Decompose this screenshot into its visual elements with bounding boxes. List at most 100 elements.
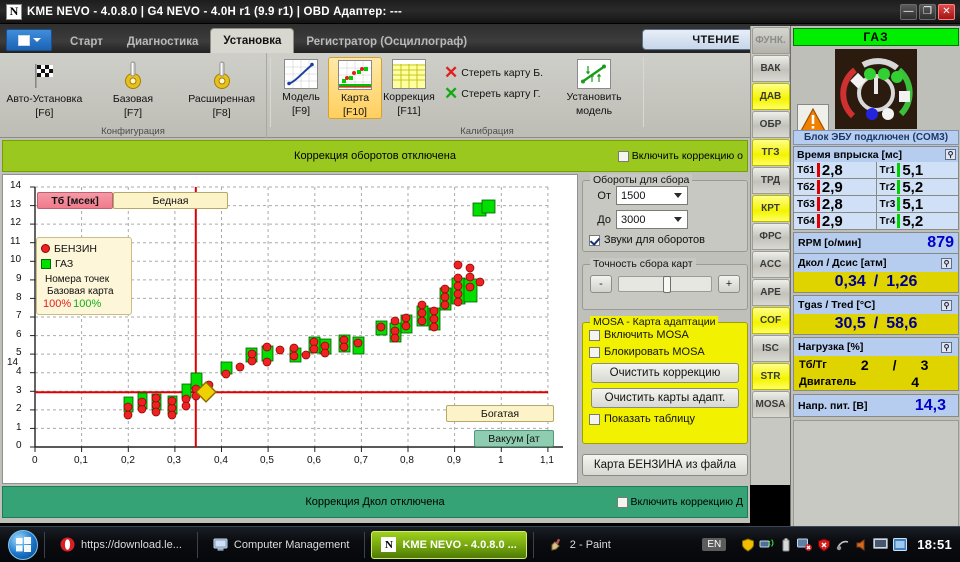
load-row1-value2: 3 xyxy=(920,356,929,373)
pin-icon[interactable]: ⚲ xyxy=(945,149,956,160)
tab-installation[interactable]: Установка xyxy=(210,28,295,53)
security-alert-icon[interactable] xyxy=(816,537,831,552)
speaker-icon[interactable] xyxy=(854,537,869,552)
display-error-icon[interactable] xyxy=(797,537,813,552)
clear-adaptation-maps-button[interactable]: Очистить карты адапт. xyxy=(591,388,739,408)
pin-icon[interactable]: ⚲ xyxy=(941,299,952,311)
ribbon-set-model-label2: модель xyxy=(576,105,613,117)
tab-start[interactable]: Старт xyxy=(58,31,115,53)
checkbox-icon xyxy=(617,150,629,162)
rpm-correction-banner: Коррекция оборотов отключена Включить ко… xyxy=(2,140,748,172)
system-tray: EN 18:51 xyxy=(702,537,960,552)
minimize-button[interactable]: — xyxy=(900,3,917,20)
mosa-block-checkbox[interactable]: Блокировать MOSA xyxy=(589,346,741,358)
vtab-func[interactable]: ФУНК. xyxy=(751,27,790,54)
ribbon-group-configuration: Авто-Установка [F6] Базовая [F7] Расшире… xyxy=(0,53,266,138)
x-tick-9: 0,9 xyxy=(447,455,461,466)
app-menu-button[interactable] xyxy=(6,29,52,51)
vtab-cof[interactable]: COF xyxy=(751,307,790,334)
gear-pin-icon xyxy=(116,59,150,91)
window-icon[interactable] xyxy=(892,537,907,552)
rpm-to-combo[interactable]: 3000 xyxy=(616,210,688,229)
vtab-acc[interactable]: ACC xyxy=(751,251,790,278)
pin-icon[interactable]: ⚲ xyxy=(941,341,952,353)
erase-buttons: ✕ Стереть карту Б. ✕ Стереть карту Г. xyxy=(444,63,543,103)
tab-recorder[interactable]: Регистратор (Осциллограф) xyxy=(294,31,479,53)
vtab-ape[interactable]: APE xyxy=(751,279,790,306)
vtab-str[interactable]: STR xyxy=(751,363,790,390)
rpm-from-combo[interactable]: 1500 xyxy=(616,186,688,205)
taskbar-clock[interactable]: 18:51 xyxy=(917,537,952,552)
taskbar-item-computer-management[interactable]: Computer Management xyxy=(204,531,359,559)
taskbar-item-kme-nevo[interactable]: N KME NEVO - 4.0.8.0 ... xyxy=(371,530,527,559)
ribbon-model[interactable]: Модель [F9] xyxy=(274,57,328,117)
gas-marker-icon xyxy=(41,258,51,269)
erase-gas-map-button[interactable]: ✕ Стереть карту Г. xyxy=(444,84,543,103)
ribbon-map[interactable]: Карта [F10] xyxy=(328,57,382,119)
rpm-sound-checkbox[interactable]: Звуки для оборотов xyxy=(589,234,741,246)
start-button[interactable] xyxy=(8,529,38,560)
battery-icon[interactable] xyxy=(778,537,793,552)
ribbon-map-key: [F10] xyxy=(343,106,367,118)
slider-thumb[interactable] xyxy=(663,276,672,293)
monitor-icon[interactable] xyxy=(873,537,889,552)
accuracy-minus-button[interactable]: - xyxy=(590,275,612,293)
sound-icon[interactable] xyxy=(835,537,850,552)
erase-petrol-map-label: Стереть карту Б. xyxy=(461,66,544,79)
mosa-show-table-checkbox[interactable]: Показать таблицу xyxy=(589,413,741,425)
vtab-krt[interactable]: КРТ xyxy=(751,195,790,222)
accuracy-slider[interactable] xyxy=(618,276,712,293)
rpm-from-value: 1500 xyxy=(621,189,646,202)
vtab-mosa[interactable]: MOSA xyxy=(751,391,790,418)
vtab-isc[interactable]: ISC xyxy=(751,335,790,362)
y-tick-1: 1 xyxy=(16,422,22,433)
clear-correction-button[interactable]: Очистить коррекцию xyxy=(591,363,739,383)
inj-label: Tг4 xyxy=(879,215,896,227)
mosa-group: MOSA - Карта адаптации Включить MOSA Бло… xyxy=(582,316,748,444)
ribbon-map-label: Карта xyxy=(340,92,370,104)
ribbon-basic[interactable]: Базовая [F7] xyxy=(91,57,175,119)
ribbon-divider-2 xyxy=(643,57,645,127)
ribbon-correction[interactable]: Коррекция [F11] xyxy=(382,57,436,117)
injection-grid: Тб1 2,8 Tг1 5,1 Тб2 2,9 Tг2 5,2 Тб3 2,8 Tг3 5,… xyxy=(794,162,958,229)
window-title: KME NEVO - 4.0.8.0 | G4 NEVO - 4.0H r1 (… xyxy=(27,5,403,18)
vtab-obr[interactable]: ОБР xyxy=(751,111,790,138)
map-chart[interactable]: 14 14 13 12 11 10 9 8 7 6 5 4 3 2 1 0 0 … xyxy=(2,174,578,484)
pin-icon[interactable]: ⚲ xyxy=(941,257,952,269)
ribbon-model-key: [F9] xyxy=(291,105,311,117)
rpm-correction-checkbox[interactable]: Включить коррекцию о xyxy=(617,150,743,162)
accuracy-plus-button[interactable]: + xyxy=(718,275,740,293)
pressure-correction-checkbox-label: Включить коррекцию Д xyxy=(630,496,743,508)
rpm-to-row: До 3000 xyxy=(589,210,741,229)
taskbar-item-browser[interactable]: https://download.le... xyxy=(51,531,191,559)
vtab-trd[interactable]: ТРД xyxy=(751,167,790,194)
y-tick-5: 5 xyxy=(16,347,22,358)
close-button[interactable]: ✕ xyxy=(938,3,955,20)
vtab-tgz[interactable]: ТГЗ xyxy=(751,139,790,166)
rpm-collect-group: Обороты для сбора От 1500 До 3000 Звуки … xyxy=(582,174,748,252)
erase-petrol-map-button[interactable]: ✕ Стереть карту Б. xyxy=(444,63,543,82)
inj-label: Тб2 xyxy=(797,181,815,193)
network-icon[interactable] xyxy=(759,537,774,552)
shield-yellow-icon[interactable] xyxy=(740,537,755,552)
injection-row: Tг4 5,2 xyxy=(876,213,958,229)
petrol-map-from-file-button[interactable]: Карта БЕНЗИНА из файла xyxy=(582,454,748,476)
mosa-enable-checkbox[interactable]: Включить MOSA xyxy=(589,329,741,341)
taskbar-item-paint[interactable]: 2 - Paint xyxy=(540,531,620,559)
injection-header: Время впрыска [мс] ⚲ xyxy=(794,147,958,162)
ribbon-auto-setup[interactable]: Авто-Установка [F6] xyxy=(2,57,86,119)
maximize-button[interactable]: ❐ xyxy=(919,3,936,20)
status-panel: ГАЗ Блок ЭБУ подключен (COM3) Время впры… xyxy=(790,26,960,536)
inj-label: Тб1 xyxy=(797,164,815,176)
inj-value: 5,1 xyxy=(902,195,924,213)
ribbon-set-model[interactable]: Установить модель xyxy=(551,57,637,117)
vtab-frs[interactable]: ФРС xyxy=(751,223,790,250)
language-indicator[interactable]: EN xyxy=(702,538,727,551)
pressure-correction-checkbox[interactable]: Включить коррекцию Д xyxy=(616,496,743,508)
rpm-sound-label: Звуки для оборотов xyxy=(604,234,706,246)
ribbon-advanced[interactable]: Расширенная [F8] xyxy=(180,57,264,119)
vtab-vak[interactable]: ВАК xyxy=(751,55,790,82)
x-tick-8: 0,8 xyxy=(400,455,414,466)
tab-diagnostics[interactable]: Диагностика xyxy=(115,31,211,53)
vtab-dav[interactable]: ДАВ xyxy=(751,83,790,110)
